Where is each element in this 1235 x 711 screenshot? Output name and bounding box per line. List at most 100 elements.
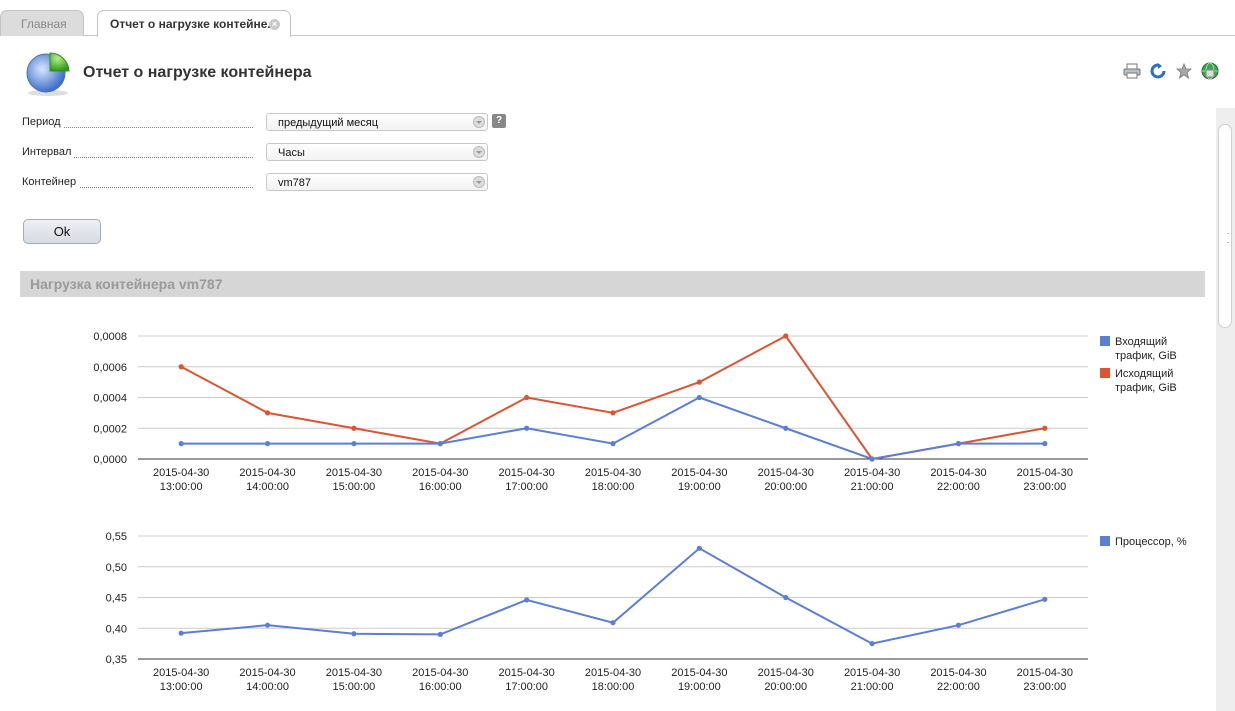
data-point [783,594,789,601]
data-point [696,379,702,385]
x-tick-time: 23:00:00 [1023,481,1066,493]
scrollbar[interactable] [1216,108,1235,711]
legend-swatch [1100,368,1110,378]
data-point [437,441,443,447]
data-point [696,394,702,401]
x-tick-time: 17:00:00 [505,481,548,493]
legend-label: трафик, GiB [1115,350,1177,362]
interval-value: Часы [278,147,305,159]
data-point [178,364,184,370]
y-tick-label: 0,55 [106,531,127,543]
x-tick-time: 15:00:00 [332,481,375,493]
x-tick-date: 2015-04-30 [844,667,900,679]
data-point [264,441,271,447]
close-icon[interactable]: × [269,19,280,30]
legend-label: Исходящий [1115,368,1173,380]
refresh-icon[interactable] [1149,62,1167,80]
scrollbar-thumb[interactable] [1218,124,1232,328]
chevron-down-icon [473,116,485,128]
x-tick-date: 2015-04-30 [671,467,727,479]
x-tick-date: 2015-04-30 [326,667,382,679]
chevron-down-icon [473,176,485,188]
data-point [869,641,875,647]
period-value: предыдущий месяц [278,117,379,129]
x-tick-date: 2015-04-30 [930,667,986,679]
data-point [955,622,962,628]
legend-label: Процессор, % [1115,536,1187,548]
data-point [524,394,530,401]
y-tick-label: 0,0002 [93,423,127,435]
period-select[interactable]: предыдущий месяц [266,113,488,131]
x-tick-time: 15:00:00 [332,681,375,693]
traffic-chart: 0,0000 0,0002 0,0004 0,0006 0,0008 2015-04-30… [93,331,1177,493]
x-tick-time: 16:00:00 [419,481,462,493]
data-point [783,333,789,339]
data-point [610,441,616,447]
x-tick-date: 2015-04-30 [585,667,641,679]
period-row: Период предыдущий месяц ? [22,113,506,133]
x-tick-date: 2015-04-30 [1017,467,1073,479]
section-header: Нагрузка контейнера vm787 [20,271,1205,297]
x-tick-time: 19:00:00 [678,681,721,693]
interval-row: Интервал Часы [22,143,492,163]
x-tick-time: 20:00:00 [764,481,807,493]
interval-label: Интервал [22,146,75,158]
print-icon[interactable] [1123,62,1141,80]
tab-bar: Главная Отчет о нагрузке контейне... × [0,0,1235,37]
data-point [610,620,616,626]
help-icon[interactable]: ? [492,114,506,128]
ok-button[interactable]: Ok [23,219,101,244]
tab-container-report-label: Отчет о нагрузке контейне... [110,17,278,31]
tab-home-label: Главная [21,17,67,31]
legend-label: трафик, GiB [1115,382,1177,394]
data-point [437,631,443,637]
x-tick-time: 22:00:00 [937,681,980,693]
x-tick-time: 14:00:00 [246,481,289,493]
y-tick-label: 0,50 [106,562,127,574]
x-tick-time: 23:00:00 [1023,681,1066,693]
x-tick-date: 2015-04-30 [1017,667,1073,679]
x-tick-time: 18:00:00 [592,681,635,693]
legend-swatch [1100,336,1110,346]
x-tick-date: 2015-04-30 [671,667,727,679]
cpu-chart: 0,35 0,40 0,45 0,50 0,55 2015-04-30 13:00:00 20… [106,531,1187,693]
x-tick-date: 2015-04-30 [758,667,814,679]
x-tick-date: 2015-04-30 [412,667,468,679]
data-point [351,631,357,637]
data-point [1042,596,1048,602]
x-tick-date: 2015-04-30 [239,467,295,479]
interval-select[interactable]: Часы [266,143,488,161]
star-icon[interactable] [1175,62,1193,80]
data-point [1042,425,1048,431]
tab-container-report[interactable]: Отчет о нагрузке контейне... × [97,10,291,37]
container-row: Контейнер vm787 [22,173,492,193]
data-point [1042,441,1048,447]
data-point [524,597,530,603]
y-tick-label: 0,0004 [93,393,127,405]
data-point [351,425,357,431]
data-point [610,410,616,416]
data-point [869,456,875,462]
x-tick-date: 2015-04-30 [758,467,814,479]
container-value: vm787 [278,177,312,189]
globe-icon[interactable] [1201,62,1219,80]
x-tick-time: 13:00:00 [160,681,203,693]
x-tick-date: 2015-04-30 [930,467,986,479]
x-tick-date: 2015-04-30 [412,467,468,479]
data-point [351,441,357,447]
y-tick-label: 0,35 [106,654,127,666]
period-label: Период [22,116,64,128]
data-point [178,630,184,636]
page-title: Отчет о нагрузке контейнера [83,64,312,81]
y-tick-label: 0,0006 [93,362,127,374]
y-tick-label: 0,45 [106,593,127,605]
y-tick-label: 0,0000 [93,454,127,466]
container-select[interactable]: vm787 [266,173,488,191]
tab-home[interactable]: Главная [0,10,84,36]
pie-chart-icon [26,52,70,96]
x-tick-date: 2015-04-30 [153,667,209,679]
data-point [264,410,271,416]
x-tick-date: 2015-04-30 [844,467,900,479]
x-tick-date: 2015-04-30 [585,467,641,479]
y-tick-label: 0,0008 [93,331,127,343]
